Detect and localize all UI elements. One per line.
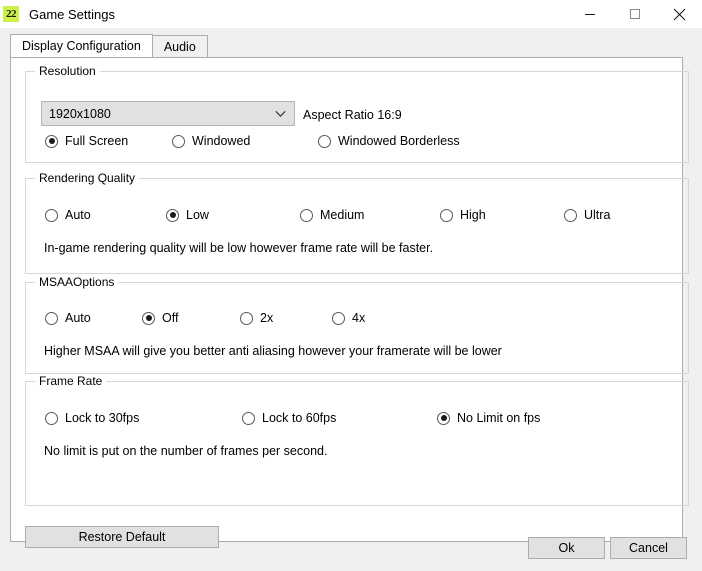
group-resolution-legend: Resolution	[35, 64, 100, 78]
radio-circle-icon	[45, 412, 58, 425]
restore-default-button[interactable]: Restore Default	[25, 526, 219, 548]
radio-circle-icon	[318, 135, 331, 148]
close-icon	[673, 8, 686, 21]
radio-rendering-auto-label: Auto	[65, 208, 91, 222]
radio-no-limit-fps-label: No Limit on fps	[457, 411, 540, 425]
group-msaa-options-legend: MSAAOptions	[35, 275, 118, 289]
radio-circle-icon	[300, 209, 313, 222]
tab-audio-label: Audio	[164, 40, 196, 54]
radio-rendering-medium[interactable]: Medium	[300, 208, 364, 222]
ok-button-label: Ok	[559, 541, 575, 555]
radio-circle-icon	[45, 135, 58, 148]
group-rendering-quality: Rendering Quality Auto Low Medium High U…	[25, 178, 689, 274]
radio-rendering-low[interactable]: Low	[166, 208, 209, 222]
radio-rendering-ultra-label: Ultra	[584, 208, 610, 222]
tab-strip: Display Configuration Audio	[10, 35, 208, 57]
tab-page-display-configuration: Resolution 1920x1080 Aspect Ratio 16:9 F…	[10, 57, 683, 542]
radio-circle-icon	[242, 412, 255, 425]
radio-full-screen-label: Full Screen	[65, 134, 128, 148]
radio-rendering-high-label: High	[460, 208, 486, 222]
radio-lock-30fps[interactable]: Lock to 30fps	[45, 411, 139, 425]
radio-rendering-medium-label: Medium	[320, 208, 364, 222]
title-bar: 22 Game Settings	[0, 0, 702, 28]
group-resolution: Resolution 1920x1080 Aspect Ratio 16:9 F…	[25, 71, 689, 163]
ok-button[interactable]: Ok	[528, 537, 605, 559]
radio-msaa-2x[interactable]: 2x	[240, 311, 273, 325]
radio-windowed-borderless[interactable]: Windowed Borderless	[318, 134, 460, 148]
tab-audio[interactable]: Audio	[152, 35, 208, 57]
group-rendering-quality-legend: Rendering Quality	[35, 171, 139, 185]
radio-msaa-auto[interactable]: Auto	[45, 311, 91, 325]
resolution-combobox-value: 1920x1080	[49, 107, 111, 121]
radio-circle-icon	[166, 209, 179, 222]
group-frame-rate: Frame Rate Lock to 30fps Lock to 60fps N…	[25, 381, 689, 506]
maximize-icon	[629, 8, 641, 20]
radio-circle-icon	[564, 209, 577, 222]
maximize-button[interactable]	[612, 0, 657, 28]
resolution-combobox[interactable]: 1920x1080	[41, 101, 295, 126]
window-title: Game Settings	[29, 7, 115, 22]
msaa-description: Higher MSAA will give you better anti al…	[44, 344, 502, 358]
dialog-body: Display Configuration Audio Resolution 1…	[0, 28, 702, 571]
radio-windowed-borderless-label: Windowed Borderless	[338, 134, 460, 148]
radio-circle-icon	[332, 312, 345, 325]
radio-msaa-off[interactable]: Off	[142, 311, 178, 325]
close-button[interactable]	[657, 0, 702, 28]
radio-rendering-low-label: Low	[186, 208, 209, 222]
cancel-button[interactable]: Cancel	[610, 537, 687, 559]
radio-circle-icon	[45, 209, 58, 222]
aspect-ratio-label: Aspect Ratio 16:9	[303, 108, 402, 122]
rendering-quality-description: In-game rendering quality will be low ho…	[44, 241, 433, 255]
radio-msaa-4x[interactable]: 4x	[332, 311, 365, 325]
radio-circle-icon	[172, 135, 185, 148]
tab-display-configuration-label: Display Configuration	[22, 39, 141, 53]
cancel-button-label: Cancel	[629, 541, 668, 555]
radio-circle-icon	[440, 209, 453, 222]
window-badge: 22	[3, 6, 19, 22]
window-controls	[567, 0, 702, 28]
group-msaa-options: MSAAOptions Auto Off 2x 4x Higher MSAA w…	[25, 282, 689, 374]
group-frame-rate-legend: Frame Rate	[35, 374, 106, 388]
frame-rate-description: No limit is put on the number of frames …	[44, 444, 327, 458]
radio-circle-icon	[240, 312, 253, 325]
radio-full-screen[interactable]: Full Screen	[45, 134, 128, 148]
radio-lock-30fps-label: Lock to 30fps	[65, 411, 139, 425]
radio-windowed[interactable]: Windowed	[172, 134, 250, 148]
minimize-icon	[584, 8, 596, 20]
minimize-button[interactable]	[567, 0, 612, 28]
radio-circle-icon	[437, 412, 450, 425]
radio-msaa-off-label: Off	[162, 311, 178, 325]
radio-rendering-high[interactable]: High	[440, 208, 486, 222]
radio-circle-icon	[142, 312, 155, 325]
radio-msaa-auto-label: Auto	[65, 311, 91, 325]
radio-no-limit-fps[interactable]: No Limit on fps	[437, 411, 540, 425]
radio-rendering-ultra[interactable]: Ultra	[564, 208, 610, 222]
radio-lock-60fps[interactable]: Lock to 60fps	[242, 411, 336, 425]
radio-msaa-4x-label: 4x	[352, 311, 365, 325]
radio-lock-60fps-label: Lock to 60fps	[262, 411, 336, 425]
radio-circle-icon	[45, 312, 58, 325]
chevron-down-icon	[275, 110, 286, 117]
radio-windowed-label: Windowed	[192, 134, 250, 148]
restore-default-button-label: Restore Default	[79, 530, 166, 544]
tab-display-configuration[interactable]: Display Configuration	[10, 34, 153, 57]
radio-msaa-2x-label: 2x	[260, 311, 273, 325]
radio-rendering-auto[interactable]: Auto	[45, 208, 91, 222]
